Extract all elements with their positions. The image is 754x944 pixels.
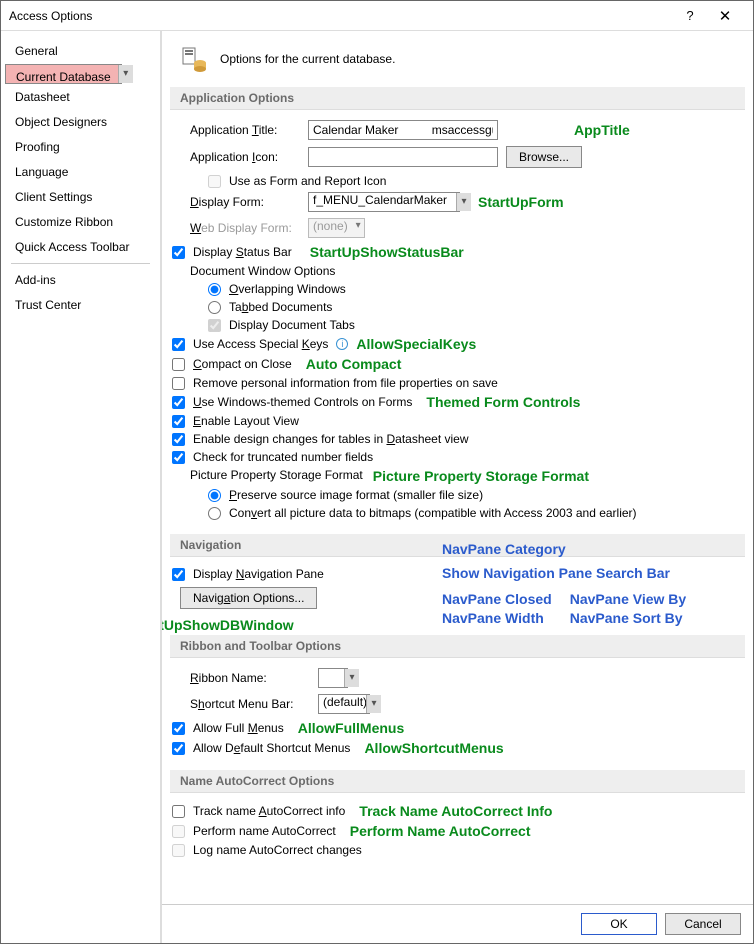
ribbon-label: Ribbon Name:	[190, 671, 310, 685]
ann-track: Track Name AutoCorrect Info	[359, 803, 552, 819]
ann-perform: Perform Name AutoCorrect	[350, 823, 531, 839]
sidebar-item-trust-center[interactable]: Trust Center	[5, 293, 156, 317]
ann-startupform: StartUpForm	[478, 194, 564, 210]
design-check[interactable]	[172, 433, 185, 446]
sidebar-item-customize-ribbon[interactable]: Customize Ribbon	[5, 210, 156, 234]
window-title: Access Options	[9, 9, 675, 23]
ann-navview: NavPane View By	[570, 591, 686, 607]
section-autocorrect: Name AutoCorrect Options	[170, 770, 745, 793]
track-check[interactable]	[172, 805, 185, 818]
display-form-select[interactable]: f_MENU_CalendarMaker	[308, 192, 460, 212]
ok-button[interactable]: OK	[581, 913, 657, 935]
app-icon-input[interactable]	[308, 147, 498, 167]
ann-themed: Themed Form Controls	[426, 394, 580, 410]
info-icon[interactable]: i	[336, 338, 348, 350]
section-app-options: Application Options	[170, 87, 745, 110]
nav-options-button[interactable]: Navigation Options...	[180, 587, 317, 609]
app-title-label: Application Title:	[190, 123, 300, 137]
overlap-radio[interactable]	[208, 283, 221, 296]
shortcut-menus-check[interactable]	[172, 742, 185, 755]
preserve-radio[interactable]	[208, 489, 221, 502]
sidebar: GeneralCurrent DatabaseDatasheetObject D…	[1, 31, 161, 943]
themed-check[interactable]	[172, 396, 185, 409]
perform-check	[172, 825, 185, 838]
sidebar-item-current-database[interactable]: Current Database	[5, 64, 122, 84]
doc-window-options: Document Window Options	[190, 264, 735, 278]
compact-check[interactable]	[172, 358, 185, 371]
sidebar-item-proofing[interactable]: Proofing	[5, 135, 156, 159]
status-bar-check[interactable]	[172, 246, 185, 259]
use-icon-check	[208, 175, 221, 188]
ann-compact: Auto Compact	[306, 356, 402, 372]
database-icon	[180, 45, 208, 73]
pic-storage-label: Picture Property Storage Format	[190, 468, 363, 484]
sidebar-sep	[11, 263, 150, 264]
shortcut-label: Shortcut Menu Bar:	[190, 697, 310, 711]
sidebar-item-add-ins[interactable]: Add-ins	[5, 268, 156, 292]
sidebar-item-general[interactable]: General	[5, 39, 156, 63]
cancel-button[interactable]: Cancel	[665, 913, 741, 935]
ann-pic: Picture Property Storage Format	[373, 468, 589, 484]
trunc-check[interactable]	[172, 451, 185, 464]
shortcut-select[interactable]: (default)	[318, 694, 370, 714]
close-button[interactable]: ✕	[705, 7, 745, 25]
display-nav-check[interactable]	[172, 568, 185, 581]
log-check	[172, 844, 185, 857]
content: Options for the current database. Applic…	[162, 31, 753, 904]
ann-shortcut: AllowShortcutMenus	[364, 740, 503, 756]
ann-special: AllowSpecialKeys	[356, 336, 476, 352]
section-ribbon: Ribbon and Toolbar Options	[170, 635, 745, 658]
display-tabs-check	[208, 319, 221, 332]
ann-dbwindow: StartUpShowDBWindow	[162, 617, 294, 633]
browse-button[interactable]: Browse...	[506, 146, 582, 168]
layout-check[interactable]	[172, 415, 185, 428]
ann-navcat: NavPane Category	[442, 541, 566, 557]
sidebar-item-datasheet[interactable]: Datasheet	[5, 85, 156, 109]
display-form-label: Display Form:	[190, 195, 300, 209]
ann-statusbar: StartUpShowStatusBar	[310, 244, 464, 260]
remove-pi-check[interactable]	[172, 377, 185, 390]
page-desc: Options for the current database.	[220, 52, 395, 66]
ann-navwidth: NavPane Width	[442, 610, 552, 626]
titlebar: Access Options ? ✕	[1, 1, 753, 31]
ann-fullmenus: AllowFullMenus	[298, 720, 405, 736]
ann-navsort: NavPane Sort By	[570, 610, 686, 626]
ann-navsearch: Show Navigation Pane Search Bar	[442, 565, 670, 581]
sidebar-item-object-designers[interactable]: Object Designers	[5, 110, 156, 134]
sidebar-item-quick-access-toolbar[interactable]: Quick Access Toolbar	[5, 235, 156, 259]
app-icon-label: Application Icon:	[190, 150, 300, 164]
ann-apptitle: AppTitle	[574, 122, 630, 138]
ribbon-select[interactable]	[318, 668, 348, 688]
ann-navclosed: NavPane Closed	[442, 591, 552, 607]
tabbed-radio[interactable]	[208, 301, 221, 314]
web-form-label: Web Display Form:	[190, 221, 300, 235]
web-form-select: (none)	[308, 218, 365, 238]
convert-radio[interactable]	[208, 507, 221, 520]
special-keys-check[interactable]	[172, 338, 185, 351]
help-button[interactable]: ?	[675, 8, 705, 23]
full-menus-check[interactable]	[172, 722, 185, 735]
sidebar-item-client-settings[interactable]: Client Settings	[5, 185, 156, 209]
footer: OK Cancel	[162, 904, 753, 943]
app-title-input[interactable]	[308, 120, 498, 140]
sidebar-item-language[interactable]: Language	[5, 160, 156, 184]
